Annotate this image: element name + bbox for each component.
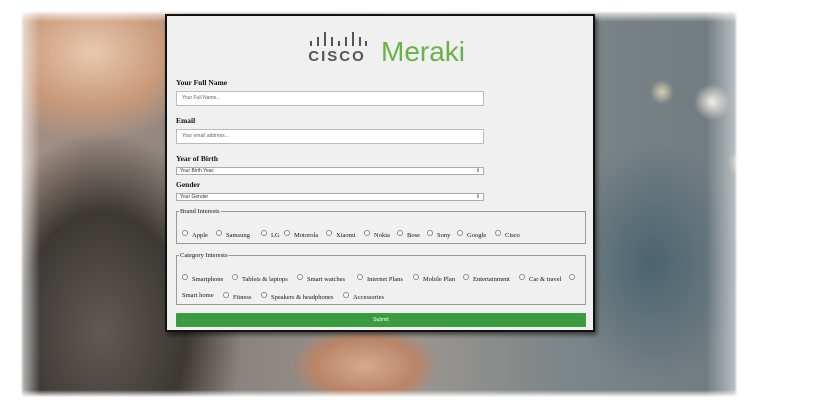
- category-option-label: Fitness: [233, 294, 252, 301]
- brand-option[interactable]: Bose: [397, 230, 420, 239]
- brand-option-label: Cisco: [505, 232, 520, 239]
- brand-option-label: Xiaomi: [336, 232, 356, 239]
- category-option[interactable]: Tablets & laptops: [232, 274, 288, 283]
- category-option-label: Mobile Plan: [423, 276, 455, 283]
- gender-select[interactable]: Your Gender ⇕: [176, 193, 484, 201]
- brand-option[interactable]: LG: [261, 230, 280, 239]
- cisco-wordmark: CISCO: [308, 48, 366, 65]
- category-option-label: Car & travel: [529, 276, 562, 283]
- category-option-label: Smart watches: [307, 276, 346, 283]
- checkbox[interactable]: [284, 230, 290, 236]
- category-option-label: Entertainment: [473, 276, 510, 283]
- signup-form-card: CISCO Meraki Your Full Name Your Full Na…: [165, 14, 595, 332]
- category-option-label: Smart home: [182, 292, 214, 299]
- smart-home-checkbox[interactable]: [569, 274, 579, 283]
- checkbox[interactable]: [357, 274, 363, 280]
- brand-option[interactable]: Samsung: [216, 230, 250, 239]
- brand-option[interactable]: Motorola: [284, 230, 318, 239]
- checkbox[interactable]: [261, 292, 267, 298]
- brand-option-label: Bose: [407, 232, 420, 239]
- category-option[interactable]: Mobile Plan: [413, 274, 455, 283]
- category-interests-legend: Category Interests: [180, 252, 228, 259]
- gender-label: Gender: [176, 180, 201, 189]
- brand-option-label: Motorola: [294, 232, 319, 239]
- checkbox[interactable]: [495, 230, 501, 236]
- birth-year-select[interactable]: Your Birth Year: ⇕: [176, 167, 484, 175]
- category-option-label: Smartphone: [192, 276, 224, 283]
- category-option-label: Accessories: [353, 294, 385, 301]
- brand-option-label: Google: [467, 232, 487, 239]
- category-option-label: Speakers & headphones: [271, 294, 334, 301]
- select-arrows-icon: ⇕: [475, 194, 480, 200]
- category-option[interactable]: Entertainment: [463, 274, 510, 283]
- cisco-bridge-icon: [307, 30, 367, 46]
- brand-interests-group: Brand Interests Apple Samsung LG Motorola Xi…: [176, 208, 586, 244]
- checkbox[interactable]: [364, 230, 370, 236]
- checkbox[interactable]: [261, 230, 267, 236]
- brand-option[interactable]: Xiaomi: [326, 230, 356, 239]
- category-option[interactable]: Smart home: [182, 292, 214, 299]
- checkbox[interactable]: [413, 274, 419, 280]
- brand-option-label: Sony: [437, 232, 451, 239]
- brand-option[interactable]: Cisco: [495, 230, 520, 239]
- brand-option-label: Samsung: [226, 232, 250, 239]
- checkbox[interactable]: [216, 230, 222, 236]
- edge-fade-right: [706, 0, 833, 402]
- checkbox[interactable]: [182, 274, 188, 280]
- category-option-label: Internet Plans: [367, 276, 403, 283]
- category-option[interactable]: Smart watches: [297, 274, 345, 283]
- checkbox[interactable]: [343, 292, 349, 298]
- brand-option-label: Nokia: [374, 232, 390, 239]
- brand-option[interactable]: Sony: [427, 230, 450, 239]
- category-option[interactable]: Internet Plans: [357, 274, 403, 283]
- checkbox[interactable]: [427, 230, 433, 236]
- submit-button[interactable]: Submit: [176, 313, 586, 327]
- full-name-label: Your Full Name: [176, 78, 228, 87]
- birth-year-label: Year of Birth: [176, 154, 218, 163]
- email-label: Email: [176, 116, 196, 125]
- category-option-label: Tablets & laptops: [242, 276, 288, 283]
- email-input[interactable]: Your email address...: [176, 129, 484, 144]
- category-option[interactable]: Car & travel: [519, 274, 562, 283]
- edge-fade-left: [0, 0, 40, 402]
- brand-option-label: LG: [271, 232, 280, 239]
- checkbox[interactable]: [463, 274, 469, 280]
- checkbox[interactable]: [223, 292, 229, 298]
- brand-option[interactable]: Nokia: [364, 230, 390, 239]
- gender-value: Your Gender: [180, 194, 209, 200]
- category-option[interactable]: Accessories: [343, 292, 384, 301]
- cisco-meraki-logo: CISCO Meraki: [307, 30, 467, 70]
- brand-option-label: Apple: [192, 232, 208, 239]
- brand-option[interactable]: Google: [457, 230, 486, 239]
- meraki-wordmark: Meraki: [381, 36, 466, 67]
- edge-fade-bottom: [0, 390, 833, 402]
- checkbox[interactable]: [326, 230, 332, 236]
- brand-option[interactable]: Apple: [182, 230, 208, 239]
- birth-year-value: Your Birth Year:: [180, 168, 215, 174]
- checkbox[interactable]: [297, 274, 303, 280]
- category-option[interactable]: Smartphone: [182, 274, 223, 283]
- checkbox[interactable]: [519, 274, 525, 280]
- checkbox[interactable]: [182, 230, 188, 236]
- checkbox[interactable]: [457, 230, 463, 236]
- category-option[interactable]: Speakers & headphones: [261, 292, 333, 301]
- select-arrows-icon: ⇕: [475, 168, 480, 174]
- full-name-input[interactable]: Your Full Name...: [176, 91, 484, 106]
- brand-interests-legend: Brand Interests: [180, 208, 220, 215]
- category-option[interactable]: Fitness: [223, 292, 251, 301]
- checkbox[interactable]: [397, 230, 403, 236]
- category-interests-group: Category Interests Smartphone Tablets & l…: [176, 252, 586, 305]
- checkbox[interactable]: [232, 274, 238, 280]
